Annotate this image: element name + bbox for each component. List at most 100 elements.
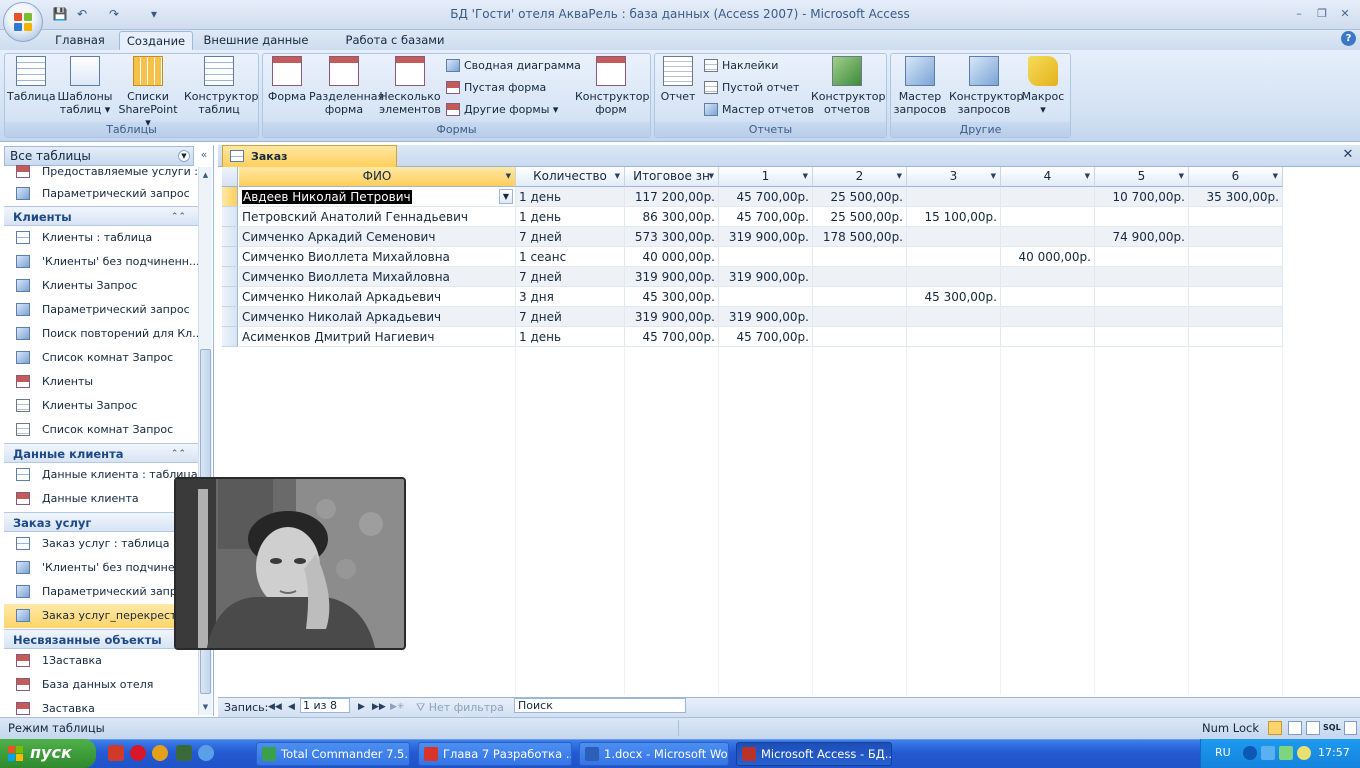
table-cell[interactable] — [1095, 307, 1189, 327]
table-cell[interactable] — [1095, 207, 1189, 227]
nav-item[interactable]: Клиенты — [4, 370, 198, 394]
language-indicator[interactable]: RU — [1215, 739, 1231, 767]
column-header[interactable]: ФИО ▼ — [239, 167, 516, 187]
row-selector[interactable] — [222, 227, 238, 247]
quicklaunch-opera-icon[interactable] — [130, 745, 146, 761]
table-cell[interactable] — [1001, 307, 1095, 327]
office-button[interactable] — [3, 2, 43, 42]
restore-button[interactable]: ❐ — [1313, 5, 1331, 23]
row-selector[interactable] — [222, 327, 238, 347]
new-record-icon[interactable]: ▶✳ — [390, 698, 404, 717]
quicklaunch-aimp-icon[interactable] — [152, 745, 168, 761]
next-record-icon[interactable]: ▶ — [358, 698, 365, 717]
table-cell[interactable] — [1189, 287, 1283, 307]
table-cell[interactable] — [1189, 327, 1283, 347]
table-templates-button[interactable]: Шаблоны таблиц ▾ — [57, 56, 113, 116]
help-icon[interactable]: ? — [1341, 31, 1356, 46]
datasheet-view-icon[interactable] — [1268, 721, 1282, 735]
taskbar-button[interactable]: Total Commander 7.5... — [256, 742, 410, 766]
scroll-down-icon[interactable]: ▼ — [199, 701, 212, 714]
table-cell[interactable]: 7 дней — [516, 227, 625, 247]
table-cell[interactable] — [1189, 227, 1283, 247]
table-cell[interactable]: 45 300,00р. — [907, 287, 1001, 307]
table-cell[interactable]: Симченко Николай Аркадьевич — [239, 307, 516, 327]
nav-item[interactable]: Поиск повторений для Кл... — [4, 322, 198, 346]
blank-report-button[interactable]: Пустой отчет — [702, 78, 799, 98]
row-selector[interactable] — [222, 187, 238, 207]
query-wizard-button[interactable]: Мастер запросов — [893, 56, 947, 116]
table-cell[interactable]: 178 500,00р. — [813, 227, 907, 247]
table-cell[interactable] — [1001, 267, 1095, 287]
table-cell[interactable] — [1095, 267, 1189, 287]
labels-button[interactable]: Наклейки — [702, 56, 778, 76]
table-cell[interactable]: 15 100,00р. — [907, 207, 1001, 227]
tab-database-tools[interactable]: Работа с базами данных — [321, 31, 469, 65]
table-cell[interactable]: 3 дня — [516, 287, 625, 307]
table-cell[interactable] — [1095, 287, 1189, 307]
table-cell[interactable] — [719, 247, 813, 267]
filter-dropdown-icon[interactable]: ▼ — [803, 167, 808, 186]
filter-dropdown-icon[interactable]: ▼ — [506, 167, 511, 186]
table-cell[interactable]: 7 дней — [516, 307, 625, 327]
table-cell[interactable] — [1189, 307, 1283, 327]
table-cell[interactable] — [813, 327, 907, 347]
tray-security-icon[interactable] — [1279, 746, 1293, 760]
table-cell[interactable]: 74 900,00р. — [1095, 227, 1189, 247]
nav-item[interactable]: Клиенты : таблица — [4, 226, 198, 250]
report-wizard-button[interactable]: Мастер отчетов — [702, 100, 814, 120]
table-cell[interactable]: Авдеев Николай Петрович ▼ — [239, 187, 516, 207]
table-cell[interactable] — [907, 187, 1001, 207]
filter-dropdown-icon[interactable]: ▼ — [1273, 167, 1278, 186]
nav-group-header[interactable]: Данные клиента ⌃⌃ — [4, 443, 198, 463]
nav-group-header[interactable]: Несвязанные объекты — [4, 629, 198, 649]
table-cell[interactable] — [813, 267, 907, 287]
table-cell[interactable] — [1001, 227, 1095, 247]
column-header[interactable]: 5 ▼ — [1095, 167, 1189, 187]
taskbar-button[interactable]: Microsoft Access - БД... — [736, 742, 892, 766]
table-cell[interactable]: 319 900,00р. — [719, 267, 813, 287]
filter-dropdown-icon[interactable]: ▼ — [897, 167, 902, 186]
row-selector[interactable] — [222, 287, 238, 307]
table-cell[interactable]: 25 500,00р. — [813, 207, 907, 227]
table-cell[interactable] — [1001, 187, 1095, 207]
taskbar-button[interactable]: Глава 7 Разработка ... — [418, 742, 572, 766]
nav-item[interactable]: Параметрический запрос — [4, 182, 198, 206]
nav-item[interactable]: Данные клиента — [4, 487, 198, 511]
row-selector[interactable] — [222, 267, 238, 287]
tab-create[interactable]: Создание — [119, 31, 193, 51]
filter-dropdown-icon[interactable]: ▼ — [1085, 167, 1090, 186]
table-cell[interactable]: 45 700,00р. — [625, 327, 719, 347]
row-selector[interactable] — [222, 247, 238, 267]
table-cell[interactable]: 1 сеанс — [516, 247, 625, 267]
nav-item[interactable]: Параметрический запрос — [4, 298, 198, 322]
pivotchart-view-icon[interactable] — [1306, 721, 1320, 735]
table-button[interactable]: Таблица — [7, 56, 56, 103]
report-designer-button[interactable]: Конструктор отчетов — [811, 56, 885, 116]
quicklaunch-nfs-icon[interactable] — [176, 745, 192, 761]
table-cell[interactable]: 10 700,00р. — [1095, 187, 1189, 207]
row-selector[interactable] — [222, 307, 238, 327]
minimize-button[interactable]: – — [1290, 5, 1308, 23]
table-cell[interactable]: 1 день — [516, 207, 625, 227]
column-header[interactable]: Количество ▼ — [516, 167, 625, 187]
table-cell[interactable]: 45 700,00р. — [719, 207, 813, 227]
column-header[interactable]: 3 ▼ — [907, 167, 1001, 187]
first-record-icon[interactable]: ◀◀ — [268, 698, 282, 717]
collapse-pane-icon[interactable]: « — [197, 148, 211, 164]
column-header[interactable]: Итоговое зн ▼ — [625, 167, 719, 187]
filter-dropdown-icon[interactable]: ▼ — [991, 167, 996, 186]
collapse-group-icon[interactable]: ⌃⌃ — [171, 444, 186, 464]
current-record-input[interactable]: 1 из 8 — [300, 698, 350, 713]
table-cell[interactable]: Симченко Виоллета Михайловна — [239, 247, 516, 267]
split-form-button[interactable]: Разделенная форма — [309, 56, 384, 116]
table-cell[interactable] — [1095, 247, 1189, 267]
nav-item[interactable]: Заказ услуг : таблица — [4, 532, 198, 556]
multiple-items-button[interactable]: Несколько элементов — [379, 56, 441, 116]
table-cell[interactable] — [907, 327, 1001, 347]
sql-view-icon[interactable]: SQL — [1323, 718, 1341, 738]
nav-item[interactable]: Предоставляемые услуги :... — [4, 160, 198, 184]
table-cell[interactable] — [1189, 267, 1283, 287]
form-button[interactable]: Форма — [266, 56, 308, 103]
nav-group-header[interactable]: Клиенты ⌃⌃ — [4, 206, 198, 226]
row-selector[interactable] — [222, 207, 238, 227]
